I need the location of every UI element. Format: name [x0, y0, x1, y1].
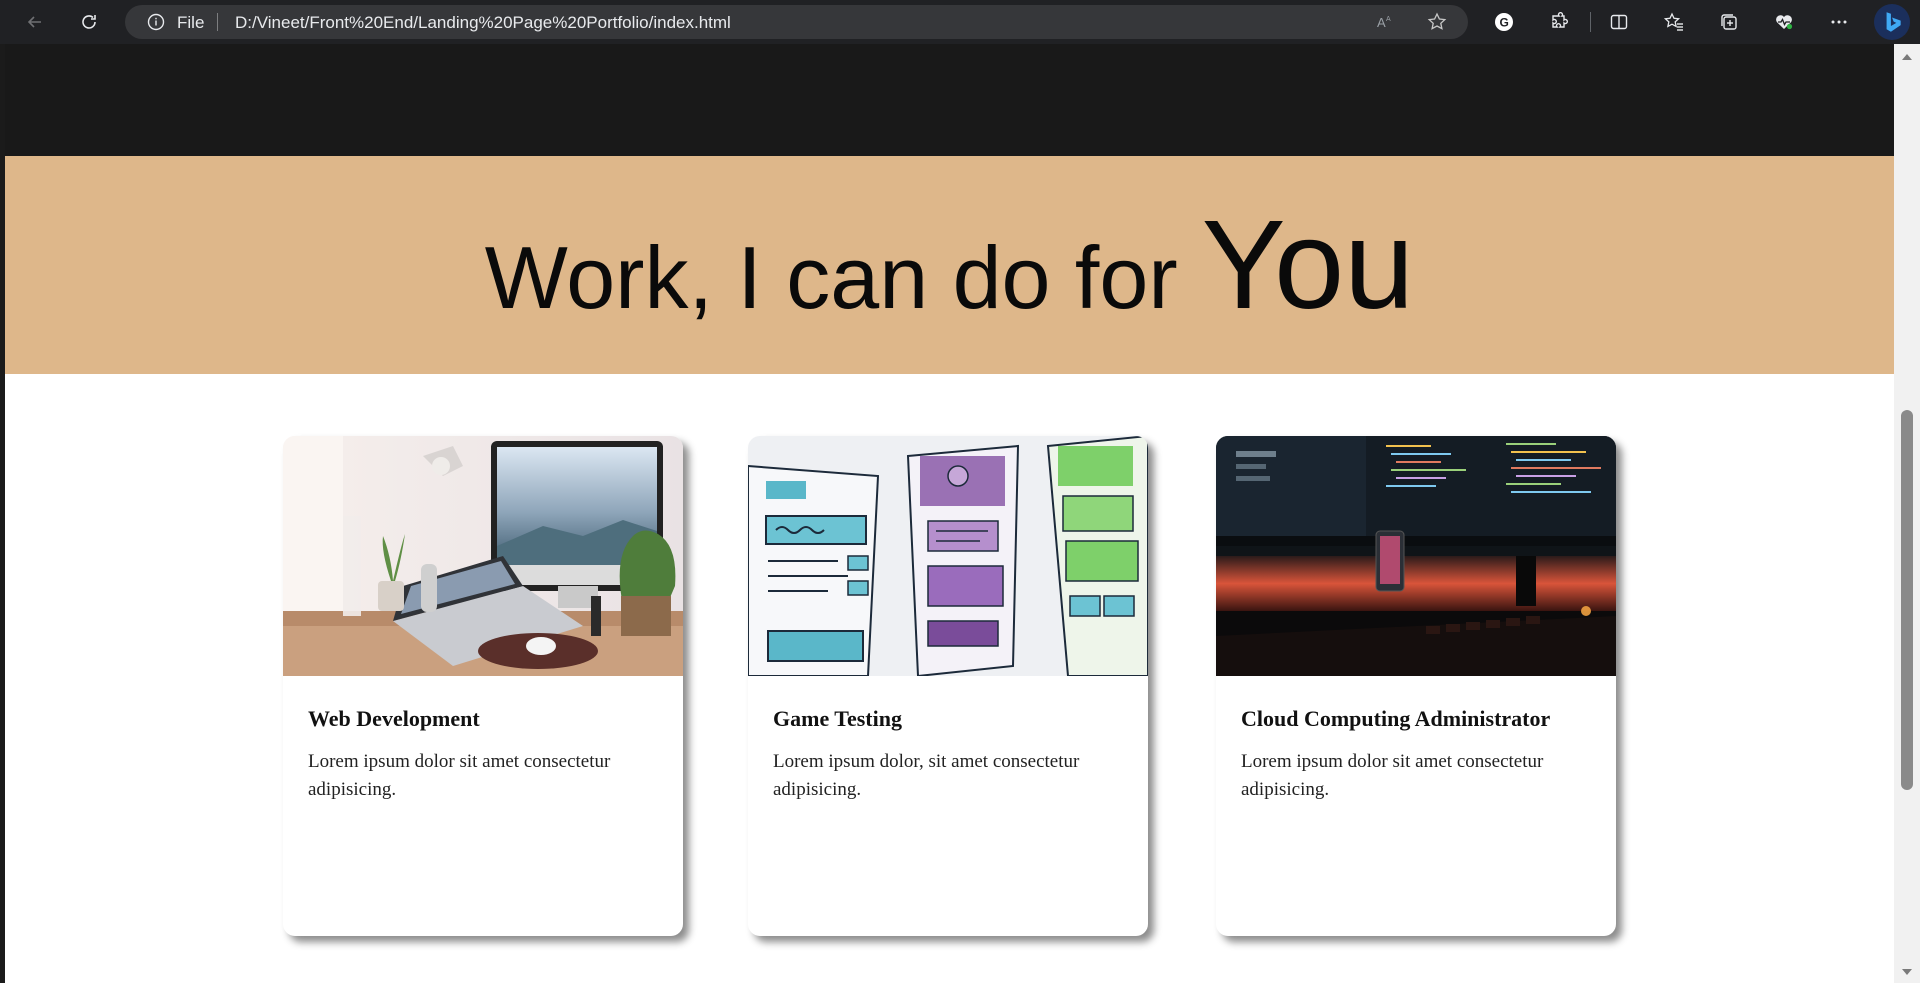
- bing-copilot-button[interactable]: [1874, 4, 1910, 40]
- split-screen-button[interactable]: [1603, 6, 1635, 38]
- extensions-puzzle-icon: [1552, 12, 1568, 28]
- service-card-description: Lorem ipsum dolor sit amet consectetur a…: [308, 751, 611, 800]
- collections-button[interactable]: [1713, 6, 1745, 38]
- split-screen-icon: [1610, 14, 1628, 30]
- browser-toolbar: File D:/Vineet/Front%20End/Landing%20Pag…: [0, 0, 1920, 44]
- favorites-icon: [1664, 12, 1683, 31]
- scrollbar-thumb[interactable]: [1901, 410, 1913, 790]
- service-card-title: Cloud Computing Administrator: [1241, 706, 1551, 731]
- extensions-button[interactable]: [1543, 6, 1575, 38]
- service-card-game-testing[interactable]: Game Testing Lorem ipsum dolor, sit amet…: [748, 436, 1148, 936]
- more-menu-button[interactable]: [1823, 6, 1855, 38]
- bing-copilot-icon: [1886, 12, 1901, 32]
- service-card-cloud-computing[interactable]: Cloud Computing Administrator Lorem ipsu…: [1216, 436, 1616, 936]
- extension-g-icon: G: [1495, 13, 1513, 31]
- refresh-button[interactable]: [73, 6, 105, 38]
- wireframe-sketch-photo: [748, 436, 1148, 676]
- vertical-scrollbar[interactable]: [1894, 44, 1920, 983]
- back-icon: [27, 16, 41, 28]
- page-viewport: Work, I can do for You Web Development L…: [0, 44, 1920, 983]
- svg-text:G: G: [1500, 16, 1509, 30]
- extension-g-button[interactable]: G: [1488, 6, 1520, 38]
- service-card-title: Game Testing: [773, 706, 902, 731]
- favorite-star-icon[interactable]: [1427, 12, 1447, 32]
- scroll-down-arrow-icon[interactable]: [1902, 969, 1912, 975]
- collections-icon: [1721, 14, 1737, 30]
- service-card-title: Web Development: [308, 706, 480, 731]
- toolbar-divider: [1590, 12, 1591, 32]
- address-bar[interactable]: File D:/Vineet/Front%20End/Landing%20Pag…: [125, 5, 1468, 39]
- hero-title-emphasis: You: [1201, 194, 1415, 335]
- service-card-web-development[interactable]: Web Development Lorem ipsum dolor sit am…: [283, 436, 683, 936]
- hero-title-main: Work, I can do for: [484, 228, 1178, 327]
- svg-text:A: A: [1386, 16, 1391, 23]
- address-divider: [217, 13, 218, 31]
- address-scheme-label: File: [177, 13, 205, 32]
- read-aloud-icon[interactable]: AA: [1375, 12, 1395, 32]
- url-text[interactable]: D:/Vineet/Front%20End/Landing%20Page%20P…: [235, 13, 731, 33]
- back-button[interactable]: [19, 6, 51, 38]
- browser-essentials-icon: [1776, 15, 1793, 30]
- service-card-description: Lorem ipsum dolor sit amet consectetur a…: [1241, 751, 1544, 800]
- scroll-up-arrow-icon[interactable]: [1902, 54, 1912, 60]
- refresh-icon: [82, 15, 96, 29]
- services-hero: Work, I can do for You: [5, 156, 1894, 374]
- top-dark-section: [5, 44, 1894, 156]
- code-monitors-photo: [1216, 436, 1616, 676]
- browser-essentials-button[interactable]: [1768, 6, 1800, 38]
- laptop-desk-photo: [283, 436, 683, 676]
- favorites-button[interactable]: [1658, 6, 1690, 38]
- svg-text:A: A: [1377, 15, 1386, 30]
- hero-title: Work, I can do for You: [5, 156, 1894, 374]
- service-card-description: Lorem ipsum dolor, sit amet consectetur …: [773, 751, 1080, 800]
- info-icon[interactable]: [147, 13, 165, 31]
- more-menu-icon: [1831, 20, 1847, 24]
